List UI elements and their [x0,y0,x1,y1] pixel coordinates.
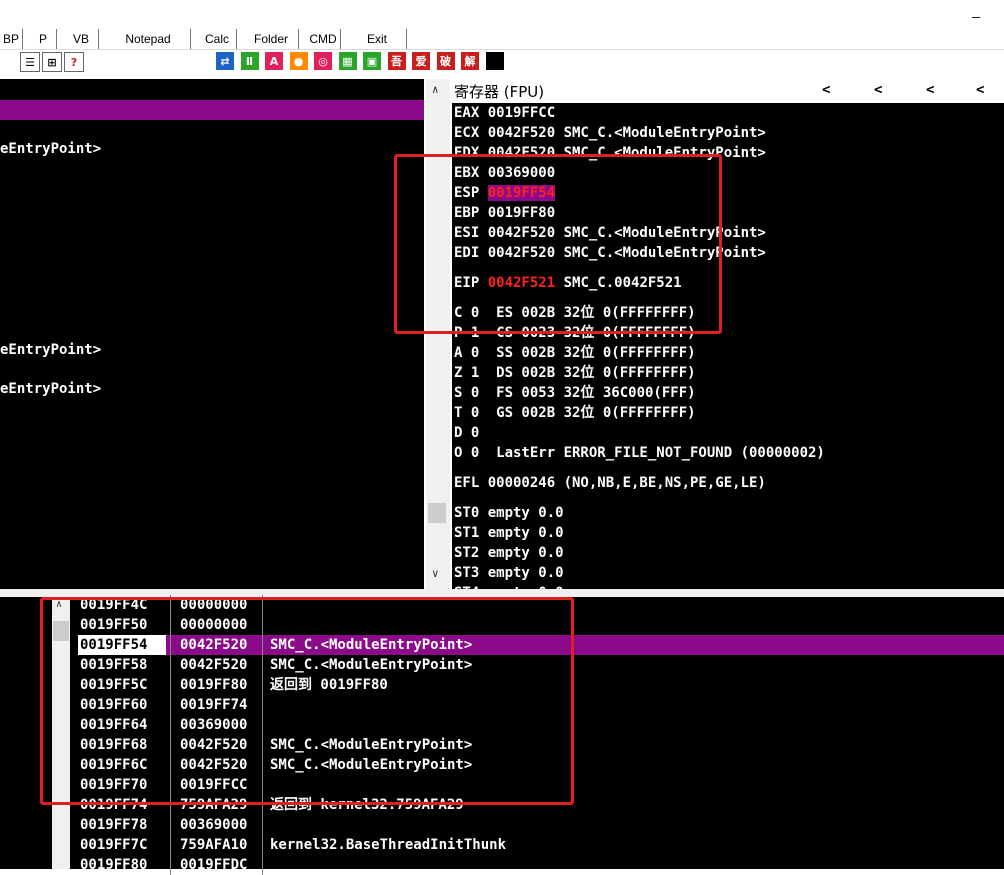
register-header-title: 寄存器 (FPU) [454,83,545,101]
fpu-row[interactable]: ST3 empty 0.0 [454,563,564,583]
menu-notepad[interactable]: Notepad [106,29,191,49]
stack-value: 759AFA10 [180,837,248,853]
stack-value: 00369000 [180,817,248,833]
stack-row[interactable]: 0019FF78 00369000 [78,815,1004,835]
flag-row[interactable]: A 0 SS 002B 32位 0(FFFFFFFF) [454,343,696,363]
stack-address: 0019FF80 [80,857,148,873]
panel-icon[interactable]: ▣ [363,52,381,70]
po-icon[interactable]: 破 [436,52,455,70]
menu-vb[interactable]: VB [64,29,99,49]
fpu-row[interactable]: ST1 empty 0.0 [454,523,564,543]
fpu-row[interactable]: ST2 empty 0.0 [454,543,564,563]
register-efl[interactable]: EFL 00000246 (NO,NB,E,BE,NS,PE,GE,LE) [454,473,766,493]
plugin-menu-bar: BP P VB Notepad Calc Folder CMD Exit [0,27,1004,50]
register-eax[interactable]: EAX 0019FFCC [454,103,555,123]
disassembly-panel[interactable]: eEntryPoint> eEntryPoint> eEntryPoint> [0,79,424,589]
fpu-row[interactable]: ST0 empty 0.0 [454,503,564,523]
a-icon[interactable]: A [265,52,283,70]
stack-address: 0019FF7C [80,837,148,853]
menu-calc[interactable]: Calc [198,29,237,49]
annotation-box-stack [40,597,574,805]
menu-bp[interactable]: BP [0,29,23,49]
code-line[interactable]: eEntryPoint> [0,379,101,399]
code-line[interactable]: eEntryPoint> [0,340,101,360]
title-bar: _ [0,0,1004,26]
scroll-up-icon[interactable]: ∧ [432,83,439,96]
stack-value: 0019FFDC [180,857,248,873]
scroll-down-icon[interactable]: ∨ [432,567,439,580]
stack-comment: kernel32.BaseThreadInitThunk [270,837,507,853]
toolbar: ☰ ⊞? ⇄ Ⅱ A ● ◎ ▦ ▣ 吾爱破解 [0,50,1004,72]
target-icon[interactable]: ◎ [314,52,332,70]
current-instruction-highlight [0,100,424,120]
scroll-thumb[interactable] [428,503,446,523]
ai-icon[interactable]: 爱 [412,52,430,70]
window-icon[interactable]: ⊞ [42,52,62,72]
register-panel-header: 寄存器 (FPU) < < < < [452,80,1004,102]
record-icon[interactable]: ● [289,52,308,70]
menu-cmd[interactable]: CMD [306,29,341,49]
code-line[interactable]: eEntryPoint> [0,139,101,159]
arrow-left-icon[interactable]: < [926,82,934,98]
stack-row[interactable]: 0019FF7C 759AFA10 kernel32.BaseThreadInitT… [78,835,1004,855]
flag-row[interactable]: S 0 FS 0053 32位 36C000(FFF) [454,383,696,403]
annotation-box-registers [394,154,722,334]
menu-exit[interactable]: Exit [348,29,407,49]
help-icon[interactable]: ? [64,52,84,72]
flag-row[interactable]: Z 1 DS 002B 32位 0(FFFFFFFF) [454,363,696,383]
arrow-left-icon[interactable]: < [822,82,830,98]
arrow-left-icon[interactable]: < [874,82,882,98]
arrow-left-icon[interactable]: < [976,82,984,98]
stack-row[interactable]: 0019FF80 0019FFDC [78,855,1004,875]
pause-icon[interactable]: Ⅱ [240,52,259,70]
menu-folder[interactable]: Folder [244,29,299,49]
menu-p[interactable]: P [30,29,57,49]
minimize-button[interactable]: _ [972,2,980,18]
flag-row[interactable]: D 0 [454,423,479,443]
flag-row[interactable]: O 0 LastErr ERROR_FILE_NOT_FOUND (000000… [454,443,825,463]
refresh-icon[interactable]: ⇄ [216,52,234,70]
jie-icon[interactable]: 解 [461,52,479,70]
list-icon[interactable]: ☰ [20,52,40,72]
blank-icon[interactable] [485,52,504,70]
flag-row[interactable]: T 0 GS 002B 32位 0(FFFFFFFF) [454,403,696,423]
register-ecx[interactable]: ECX 0042F520 SMC_C.<ModuleEntryPoint> [454,123,766,143]
binary-icon[interactable]: ▦ [338,52,357,70]
wu-icon[interactable]: 吾 [387,52,406,70]
stack-address: 0019FF78 [80,817,148,833]
